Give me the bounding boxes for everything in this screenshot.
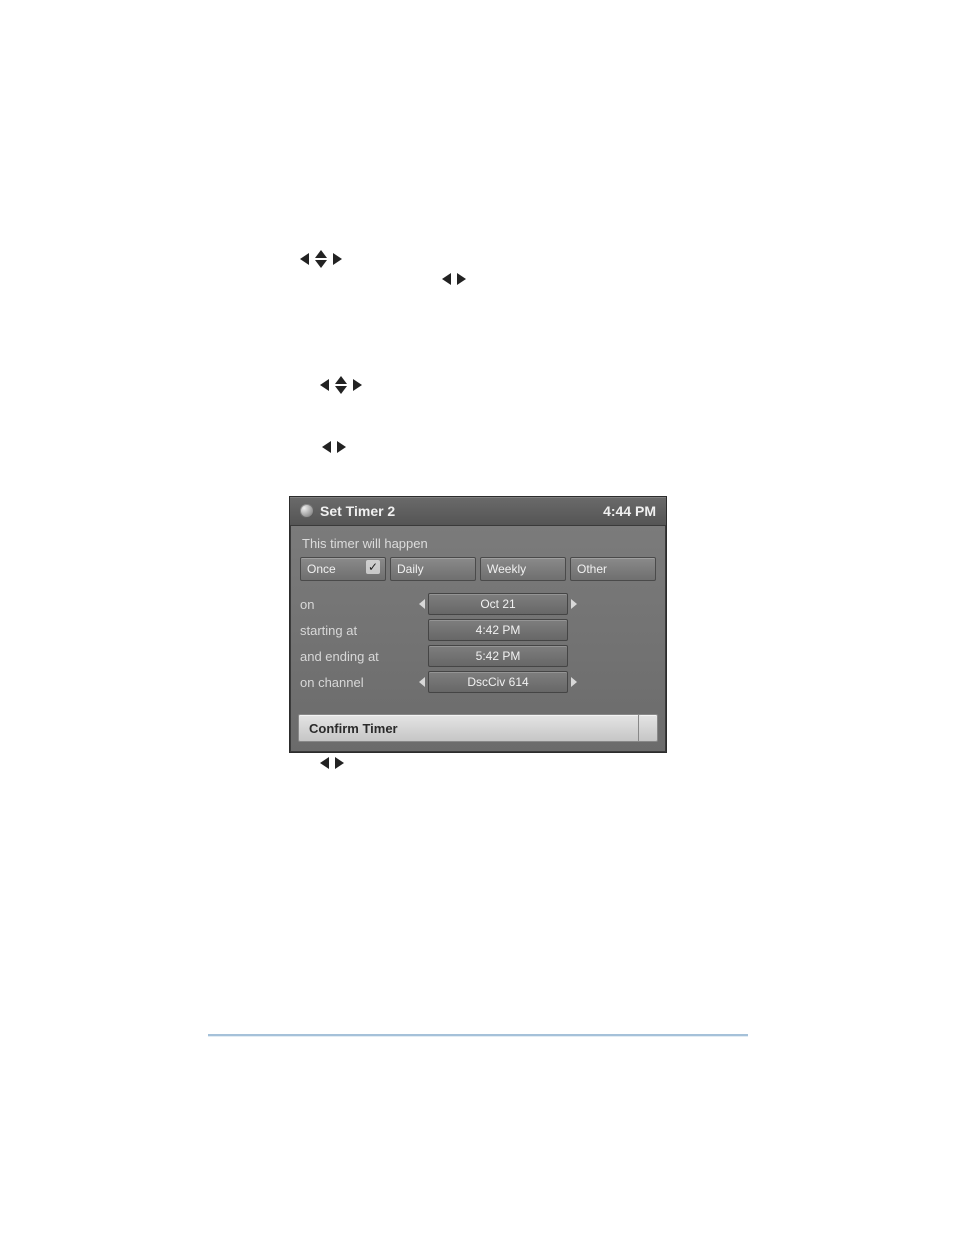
- arrow-cluster-3: [320, 376, 362, 394]
- frequency-daily-button[interactable]: Daily: [390, 557, 476, 581]
- frequency-label: Once: [307, 562, 336, 576]
- frequency-once-button[interactable]: Once: [300, 557, 386, 581]
- arrow-cluster-5: [320, 757, 344, 769]
- arrow-left-icon: [300, 253, 309, 265]
- channel-next-icon[interactable]: [571, 677, 577, 687]
- arrow-right-icon: [337, 441, 346, 453]
- row-channel: on channel DscCiv 614: [300, 669, 656, 695]
- arrow-left-icon: [320, 379, 329, 391]
- arrow-left-icon: [442, 273, 451, 285]
- row-label: on: [300, 597, 410, 612]
- arrow-right-icon: [457, 273, 466, 285]
- dialog-title: Set Timer 2: [320, 503, 395, 519]
- arrow-cluster-2: [442, 273, 466, 285]
- frequency-label: Daily: [397, 562, 424, 576]
- arrow-right-icon: [333, 253, 342, 265]
- document-page: Set Timer 2 4:44 PM This timer will happ…: [0, 0, 954, 1235]
- row-label: starting at: [300, 623, 410, 638]
- arrow-cluster-4: [322, 441, 346, 453]
- arrow-left-icon: [320, 757, 329, 769]
- arrow-left-icon: [322, 441, 331, 453]
- start-time-value[interactable]: 4:42 PM: [428, 619, 568, 641]
- row-start: starting at 4:42 PM: [300, 617, 656, 643]
- dialog-clock: 4:44 PM: [603, 503, 656, 519]
- date-prev-icon[interactable]: [419, 599, 425, 609]
- row-label: and ending at: [300, 649, 410, 664]
- app-icon: [300, 504, 314, 518]
- frequency-weekly-button[interactable]: Weekly: [480, 557, 566, 581]
- dialog-body: This timer will happen Once Daily Weekly…: [290, 526, 666, 695]
- page-divider: [208, 1034, 748, 1037]
- channel-prev-icon[interactable]: [419, 677, 425, 687]
- arrow-right-icon: [335, 757, 344, 769]
- row-label: on channel: [300, 675, 410, 690]
- row-end: and ending at 5:42 PM: [300, 643, 656, 669]
- dialog-titlebar: Set Timer 2 4:44 PM: [290, 497, 666, 526]
- frequency-label: Other: [577, 562, 607, 576]
- arrow-updown-icon: [315, 250, 327, 268]
- frequency-other-button[interactable]: Other: [570, 557, 656, 581]
- arrow-right-icon: [353, 379, 362, 391]
- confirm-timer-button[interactable]: Confirm Timer: [298, 714, 658, 742]
- confirm-label: Confirm Timer: [309, 721, 398, 736]
- arrow-cluster-1: [300, 250, 342, 268]
- end-time-value[interactable]: 5:42 PM: [428, 645, 568, 667]
- date-next-icon[interactable]: [571, 599, 577, 609]
- frequency-label: Weekly: [487, 562, 526, 576]
- row-date: on Oct 21: [300, 591, 656, 617]
- channel-value[interactable]: DscCiv 614: [428, 671, 568, 693]
- set-timer-dialog: Set Timer 2 4:44 PM This timer will happ…: [289, 496, 667, 753]
- frequency-row: Once Daily Weekly Other: [300, 557, 656, 581]
- arrow-updown-icon: [335, 376, 347, 394]
- dialog-prompt: This timer will happen: [302, 536, 656, 551]
- date-value[interactable]: Oct 21: [428, 593, 568, 615]
